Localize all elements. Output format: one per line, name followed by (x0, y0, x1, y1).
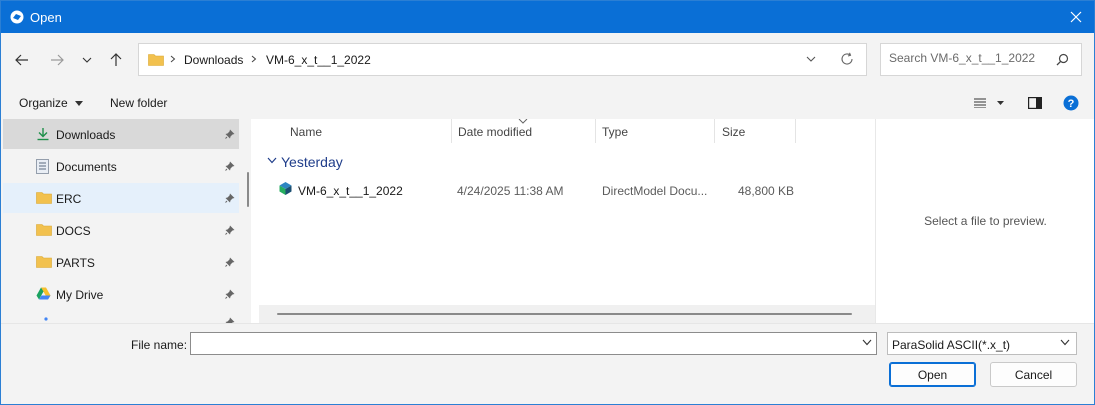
refresh-icon[interactable] (840, 52, 854, 66)
sidebar-item-docs[interactable]: DOCS (3, 215, 239, 245)
navigation-pane: Downloads Documents ERC DOCS PARTS My Dr… (1, 119, 251, 323)
preview-pane: Select a file to preview. (875, 119, 1094, 323)
column-divider[interactable] (795, 119, 796, 143)
new-folder-button[interactable]: New folder (110, 96, 167, 110)
sidebar-item-my-drive[interactable]: My Drive (3, 279, 239, 309)
dialog-footer: File name: ParaSolid ASCII(*.x_t) Open C… (1, 323, 1094, 404)
close-button[interactable] (1066, 7, 1086, 27)
horizontal-scrollbar[interactable] (259, 305, 875, 323)
pin-icon[interactable] (225, 193, 235, 203)
breadcrumb-current-folder[interactable]: VM-6_x_t__1_2022 (266, 53, 371, 67)
organize-button[interactable]: Organize (19, 96, 84, 110)
column-divider[interactable] (714, 119, 715, 143)
forward-button[interactable] (46, 49, 68, 71)
sidebar-item-label: Downloads (56, 128, 116, 142)
arrow-left-icon (15, 54, 28, 66)
folder-icon (36, 256, 52, 268)
file-type-select[interactable]: ParaSolid ASCII(*.x_t) (887, 332, 1077, 355)
window-title: Open (30, 10, 62, 25)
arrow-up-icon (110, 53, 122, 66)
sidebar-item-documents[interactable]: Documents (3, 151, 239, 181)
column-divider[interactable] (595, 119, 596, 143)
arrow-right-icon (51, 54, 64, 66)
open-button[interactable]: Open (889, 362, 976, 387)
help-icon[interactable]: ? (1063, 95, 1079, 111)
folder-icon (36, 192, 52, 204)
table-row[interactable]: VM-6_x_t__1_2022 4/24/2025 11:38 AM Dire… (273, 179, 821, 201)
pin-icon[interactable] (225, 129, 235, 139)
horizontal-scrollbar-thumb[interactable] (277, 313, 852, 315)
file-name-label: File name: (131, 338, 188, 352)
file-name-combobox[interactable] (190, 332, 877, 355)
pin-icon[interactable] (225, 225, 235, 235)
sidebar-item-partial[interactable] (3, 311, 239, 323)
svg-text:?: ? (1068, 98, 1075, 110)
chevron-down-icon[interactable] (267, 157, 277, 164)
view-options-icon[interactable] (974, 98, 1004, 108)
recent-locations-button[interactable] (76, 49, 98, 71)
sidebar-item-parts[interactable]: PARTS (3, 247, 239, 277)
close-icon (1070, 11, 1082, 23)
folder-icon (148, 54, 164, 66)
column-header-size[interactable]: Size (722, 125, 745, 139)
column-header-date-modified[interactable]: Date modified (458, 125, 532, 139)
column-header-type[interactable]: Type (602, 125, 628, 139)
file-date-modified: 4/24/2025 11:38 AM (457, 184, 564, 198)
group-header-yesterday[interactable]: Yesterday (281, 154, 343, 170)
file-name: VM-6_x_t__1_2022 (298, 184, 403, 198)
caret-down-icon (75, 101, 84, 107)
column-header-name[interactable]: Name (290, 125, 322, 139)
organize-label: Organize (19, 96, 68, 110)
sidebar-item-label: PARTS (56, 256, 95, 270)
navigation-pane-scrollbar[interactable] (247, 172, 249, 207)
folder-icon (36, 224, 52, 236)
open-dialog: Open Downloads VM-6_x_t__1_2022 Search V… (0, 0, 1095, 405)
breadcrumb-downloads[interactable]: Downloads (184, 53, 243, 67)
document-icon (36, 159, 49, 174)
address-bar[interactable]: Downloads VM-6_x_t__1_2022 (138, 43, 867, 76)
title-bar: Open (1, 1, 1094, 33)
chevron-right-icon (170, 55, 176, 63)
chevron-right-icon (251, 55, 257, 63)
address-dropdown-icon[interactable] (806, 53, 816, 65)
sort-caret-icon (518, 119, 528, 124)
pin-icon[interactable] (225, 257, 235, 267)
file-type: DirectModel Docu... (602, 184, 708, 198)
directmodel-file-icon (279, 182, 292, 195)
back-button[interactable] (11, 49, 33, 71)
command-bar: Organize New folder ? (1, 88, 1094, 119)
search-input[interactable] (889, 51, 1049, 65)
sidebar-item-downloads[interactable]: Downloads (3, 119, 239, 149)
pin-icon[interactable] (225, 161, 235, 171)
preview-pane-toggle-icon[interactable] (1028, 97, 1042, 109)
sidebar-item-erc[interactable]: ERC (3, 183, 239, 213)
navigation-bar: Downloads VM-6_x_t__1_2022 (1, 33, 1094, 88)
search-icon (1056, 53, 1069, 66)
download-icon (37, 128, 49, 141)
file-type-selected: ParaSolid ASCII(*.x_t) (892, 338, 1011, 352)
search-box[interactable] (880, 43, 1082, 76)
preview-message: Select a file to preview. (924, 214, 1047, 228)
cancel-button[interactable]: Cancel (990, 362, 1077, 387)
chevron-down-icon[interactable] (862, 339, 872, 346)
column-divider[interactable] (451, 119, 452, 143)
sidebar-item-label: My Drive (56, 288, 104, 302)
sidebar-item-label: DOCS (56, 224, 91, 238)
file-list: Name Date modified Type Size Yesterday V… (259, 119, 875, 323)
sidebar-item-label: ERC (56, 192, 82, 206)
pin-icon[interactable] (225, 289, 235, 299)
chevron-down-icon (82, 57, 92, 63)
file-size: 48,800 KB (738, 184, 795, 198)
chevron-down-icon (1060, 339, 1070, 346)
google-drive-icon (36, 287, 51, 300)
up-button[interactable] (105, 49, 127, 71)
sidebar-item-label: Documents (56, 160, 117, 174)
app-icon (10, 10, 24, 24)
file-name-input[interactable] (195, 336, 855, 350)
